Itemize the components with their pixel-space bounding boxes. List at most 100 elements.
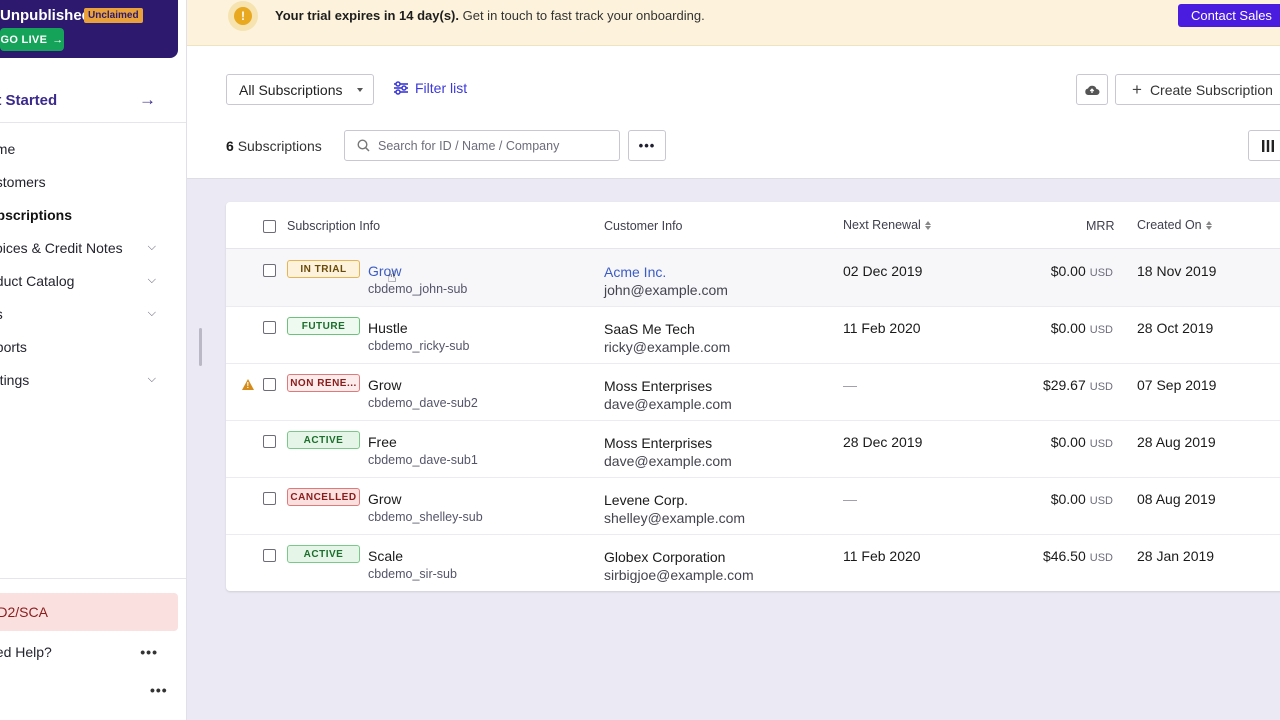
nav-item-subscriptions[interactable]: ubscriptions [0, 198, 178, 231]
nav-item-label: ettings [0, 371, 30, 388]
customer-name[interactable]: SaaS Me Tech [604, 321, 695, 337]
row-checkbox[interactable] [263, 492, 276, 505]
nav-item-reports[interactable]: eports [0, 330, 178, 363]
search-input[interactable] [376, 137, 610, 154]
row-checkbox[interactable] [263, 549, 276, 562]
next-renewal: 28 Dec 2019 [843, 434, 923, 450]
row-checkbox[interactable] [263, 378, 276, 391]
more-icon[interactable]: ••• [150, 682, 168, 698]
filter-icon [394, 81, 408, 95]
export-button[interactable] [1076, 74, 1108, 105]
nav-item-label: oduct Catalog [0, 272, 75, 289]
search-field[interactable] [344, 130, 620, 161]
header-customer-info: Customer Info [604, 219, 683, 233]
table-row[interactable]: FUTURE Hustle cbdemo_ricky-sub SaaS Me T… [226, 306, 1280, 364]
next-renewal: 02 Dec 2019 [843, 263, 923, 279]
subscription-count: 6 Subscriptions [226, 138, 322, 154]
header-label: MRR [1086, 219, 1115, 233]
table-row[interactable]: ! NON RENE... Grow cbdemo_dave-sub2 Moss… [226, 363, 1280, 421]
plan-name[interactable]: Grow [368, 377, 401, 393]
mrr-currency: USD [1089, 438, 1113, 450]
sort-icon[interactable] [1205, 220, 1212, 230]
subscription-id: cbdemo_john-sub [368, 282, 468, 296]
psd2-label: SD2/SCA [0, 604, 48, 620]
subscription-count-number: 6 [226, 138, 234, 154]
columns-icon [1262, 139, 1274, 152]
nav-item-invoices[interactable]: voices & Credit Notes ⌵ [0, 231, 178, 264]
plan-name[interactable]: Free [368, 434, 397, 450]
nav-item-product-catalog[interactable]: oduct Catalog ⌵ [0, 264, 178, 297]
list-toolbar: All Subscriptions Filter list + Create S… [187, 46, 1280, 179]
nav-item-label: voices & Credit Notes [0, 239, 123, 256]
view-select[interactable]: All Subscriptions [226, 74, 374, 105]
customer-name[interactable]: Levene Corp. [604, 492, 688, 508]
warning-icon: ! [242, 379, 254, 390]
filter-list-button[interactable]: Filter list [393, 80, 467, 96]
table-row[interactable]: CANCELLED Grow cbdemo_shelley-sub Levene… [226, 477, 1280, 535]
customer-email: shelley@example.com [604, 510, 746, 526]
contact-sales-label: Contact Sales [1191, 8, 1272, 23]
row-checkbox[interactable] [263, 264, 276, 277]
customer-email: john@example.com [604, 282, 728, 298]
unclaimed-badge: Unclaimed [84, 8, 143, 23]
plan-name[interactable]: Grow [368, 491, 401, 507]
get-started-link[interactable]: et Started → [0, 86, 178, 114]
next-renewal: — [843, 491, 857, 507]
plan-name[interactable]: Scale [368, 548, 403, 564]
mrr-amount: $0.00 [1050, 491, 1086, 507]
more-icon[interactable]: ••• [140, 644, 158, 660]
site-card[interactable]: Unpublished Unclaimed GO LIVE → [0, 0, 178, 58]
customer-name[interactable]: Moss Enterprises [604, 378, 712, 394]
nav-item-logs[interactable]: gs ⌵ [0, 297, 178, 330]
customer-name[interactable]: Globex Corporation [604, 549, 725, 565]
row-checkbox[interactable] [263, 321, 276, 334]
status-badge: CANCELLED [287, 488, 360, 506]
header-created-on[interactable]: Created On [1137, 218, 1212, 232]
row-checkbox[interactable] [263, 435, 276, 448]
table-row[interactable]: IN TRIAL Grow cbdemo_john-sub Acme Inc. … [226, 249, 1280, 307]
table-row[interactable]: ACTIVE Free cbdemo_dave-sub1 Moss Enterp… [226, 420, 1280, 478]
nav-item-label: ustomers [0, 173, 46, 190]
mrr-currency: USD [1089, 495, 1113, 507]
nav-item-customers[interactable]: ustomers [0, 165, 178, 198]
arrow-right-icon: → [139, 90, 156, 109]
trial-banner: ! Your trial expires in 14 day(s). Get i… [187, 0, 1280, 46]
need-help-link[interactable]: eed Help? ••• [0, 640, 178, 664]
sort-icon[interactable] [924, 220, 931, 230]
header-mrr: MRR [1086, 219, 1114, 233]
main-nav: ome ustomers ubscriptions voices & Credi… [0, 132, 178, 396]
plus-icon: + [1132, 79, 1142, 99]
create-subscription-button[interactable]: + Create Subscription [1115, 74, 1280, 105]
get-started-label: et Started [0, 91, 58, 109]
nav-item-settings[interactable]: ettings ⌵ [0, 363, 178, 396]
select-all-checkbox[interactable] [263, 220, 276, 233]
cloud-upload-icon [1085, 85, 1100, 95]
site-name: Unpublished [0, 7, 91, 24]
warning-icon: ! [228, 1, 258, 31]
mrr-currency: USD [1089, 552, 1113, 564]
chevron-down-icon: ⌵ [147, 373, 156, 385]
status-badge: FUTURE [287, 317, 360, 335]
customer-name[interactable]: Moss Enterprises [604, 435, 712, 451]
plan-name[interactable]: Hustle [368, 320, 408, 336]
columns-button[interactable] [1248, 130, 1280, 161]
go-live-label: GO LIVE [0, 33, 48, 46]
header-next-renewal[interactable]: Next Renewal [843, 218, 931, 232]
create-subscription-label: Create Subscription [1149, 81, 1273, 98]
mrr-amount: $0.00 [1050, 434, 1086, 450]
more-actions-button[interactable]: ••• [628, 130, 666, 161]
sidebar-resize-handle[interactable] [199, 328, 202, 366]
table-row[interactable]: ACTIVE Scale cbdemo_sir-sub Globex Corpo… [226, 534, 1280, 591]
go-live-button[interactable]: GO LIVE → [0, 28, 64, 51]
nav-item-home[interactable]: ome [0, 132, 178, 165]
contact-sales-button[interactable]: Contact Sales [1178, 4, 1280, 27]
mrr-value: $0.00 USD [1051, 263, 1113, 279]
customer-name-link[interactable]: Acme Inc. [604, 264, 666, 280]
created-on: 28 Jan 2019 [1137, 548, 1215, 564]
customer-email: sirbigjoe@example.com [604, 567, 754, 583]
more-icon: ••• [638, 138, 656, 153]
status-badge: ACTIVE [287, 545, 360, 563]
header-label: Next Renewal [843, 218, 921, 232]
psd2-sca-link[interactable]: SD2/SCA [0, 593, 178, 631]
nav-item-label: eports [0, 338, 27, 355]
